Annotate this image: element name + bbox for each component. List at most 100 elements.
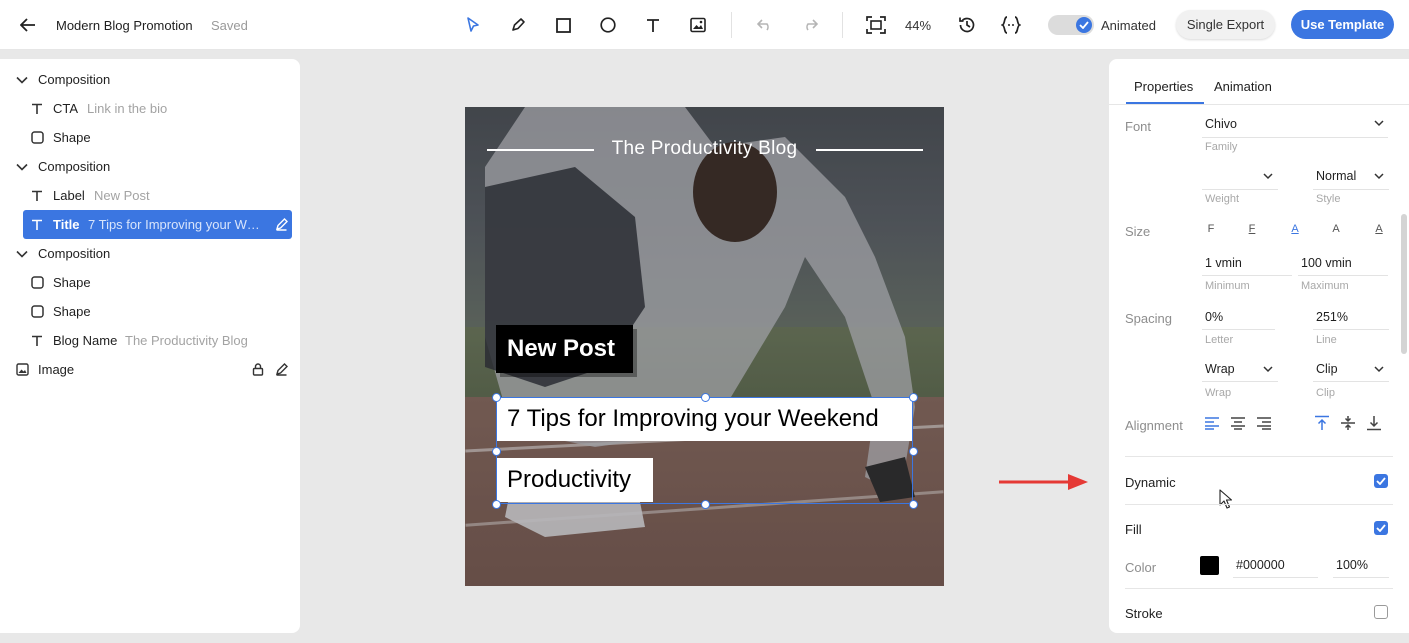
chevron-down-icon[interactable]	[1263, 173, 1273, 180]
top-bar: Modern Blog Promotion Saved 44% Animated…	[0, 0, 1409, 50]
layer-composition[interactable]: Composition	[0, 239, 300, 268]
save-status: Saved	[211, 17, 248, 33]
chevron-down-icon[interactable]	[14, 72, 30, 88]
size-option-fit[interactable]: F	[1241, 220, 1263, 238]
dynamic-label: Dynamic	[1125, 475, 1176, 490]
layer-text-label[interactable]: Label New Post	[0, 181, 300, 210]
select-tool[interactable]	[459, 0, 487, 50]
field-underline	[1202, 137, 1388, 138]
spacing-section-label: Spacing	[1125, 311, 1172, 326]
history-button[interactable]	[953, 0, 981, 50]
chevron-down-icon[interactable]	[1374, 366, 1384, 373]
selection-frame[interactable]	[496, 397, 913, 504]
chevron-down-icon[interactable]	[1374, 120, 1384, 127]
toolbar-divider	[731, 12, 732, 38]
resize-handle-bottom-right[interactable]	[909, 500, 918, 509]
color-swatch[interactable]	[1200, 556, 1219, 575]
font-family-hint: Family	[1205, 141, 1238, 153]
wrap-hint: Wrap	[1205, 387, 1232, 399]
chevron-down-icon[interactable]	[1263, 366, 1273, 373]
layer-shape[interactable]: Shape	[0, 297, 300, 326]
fit-to-screen-button[interactable]	[862, 0, 890, 50]
chevron-down-icon[interactable]	[1374, 173, 1384, 180]
align-middle-icon[interactable]	[1340, 415, 1356, 431]
field-underline	[1313, 329, 1389, 330]
text-tool[interactable]	[639, 0, 667, 50]
chevron-down-icon[interactable]	[14, 246, 30, 262]
pen-tool[interactable]	[504, 0, 532, 50]
wrap-select[interactable]: Wrap	[1205, 362, 1235, 376]
layer-composition[interactable]: Composition	[0, 152, 300, 181]
image-tool[interactable]	[684, 0, 712, 50]
back-button[interactable]	[14, 0, 42, 50]
font-family-select[interactable]: Chivo	[1205, 117, 1237, 131]
size-minimum-input[interactable]: 1 vmin	[1205, 256, 1242, 270]
dynamic-checkbox[interactable]	[1374, 474, 1388, 488]
size-option-shrink[interactable]: A	[1325, 220, 1347, 238]
edit-pencil-icon[interactable]	[273, 362, 289, 378]
layers-panel: Composition CTA Link in the bio Shape Co…	[0, 59, 300, 633]
size-option-fixed[interactable]: F	[1200, 220, 1222, 238]
align-bottom-icon[interactable]	[1366, 415, 1382, 431]
resize-handle-bottom-left[interactable]	[492, 500, 501, 509]
color-hex-input[interactable]: #000000	[1236, 558, 1285, 572]
tab-animation[interactable]: Animation	[1214, 79, 1272, 94]
align-left-icon[interactable]	[1204, 416, 1220, 430]
single-export-button[interactable]: Single Export	[1176, 10, 1275, 39]
toolbar-divider	[842, 12, 843, 38]
new-post-label[interactable]: New Post	[496, 325, 633, 373]
fit-screen-icon	[866, 16, 886, 34]
code-button[interactable]	[997, 0, 1025, 50]
lock-icon[interactable]	[250, 362, 266, 378]
artboard[interactable]: The Productivity Blog New Post 7 Tips fo…	[465, 107, 944, 586]
fill-checkbox[interactable]	[1374, 521, 1388, 535]
edit-pencil-icon[interactable]	[273, 217, 289, 233]
size-maximum-input[interactable]: 100 vmin	[1301, 256, 1352, 270]
resize-handle-top-left[interactable]	[492, 393, 501, 402]
layer-image[interactable]: Image	[0, 355, 300, 384]
resize-handle-bottom[interactable]	[701, 500, 710, 509]
tab-properties[interactable]: Properties	[1134, 79, 1193, 94]
layer-text-cta[interactable]: CTA Link in the bio	[0, 94, 300, 123]
layer-text-title[interactable]: Title 7 Tips for Improving your Weekend …	[23, 210, 292, 239]
field-underline	[1202, 189, 1278, 190]
mouse-cursor-icon	[1219, 489, 1233, 509]
stroke-checkbox[interactable]	[1374, 605, 1388, 619]
zoom-level[interactable]: 44%	[903, 0, 933, 50]
resize-handle-right[interactable]	[909, 447, 918, 456]
resize-handle-left[interactable]	[492, 447, 501, 456]
align-right-icon[interactable]	[1256, 416, 1272, 430]
chevron-down-icon[interactable]	[14, 159, 30, 175]
color-opacity-input[interactable]: 100%	[1336, 558, 1368, 572]
layer-composition[interactable]: Composition	[0, 65, 300, 94]
animated-toggle[interactable]	[1048, 0, 1094, 50]
properties-scrollbar[interactable]	[1401, 214, 1407, 354]
redo-icon	[806, 19, 818, 31]
resize-handle-top[interactable]	[701, 393, 710, 402]
check-icon	[1376, 524, 1386, 532]
align-center-icon[interactable]	[1230, 416, 1246, 430]
size-option-auto[interactable]: A	[1284, 220, 1306, 238]
fill-label: Fill	[1125, 522, 1142, 537]
text-t-icon	[647, 19, 659, 32]
animated-label: Animated	[1101, 17, 1156, 33]
letter-spacing-hint: Letter	[1205, 334, 1234, 346]
blog-name-line-right	[816, 149, 923, 151]
font-style-select[interactable]: Normal	[1316, 169, 1356, 183]
document-title[interactable]: Modern Blog Promotion	[56, 0, 193, 50]
clip-select[interactable]: Clip	[1316, 362, 1338, 376]
resize-handle-top-right[interactable]	[909, 393, 918, 402]
layer-text-blog-name[interactable]: Blog Name The Productivity Blog	[0, 326, 300, 355]
undo-button[interactable]	[751, 0, 779, 50]
rectangle-tool[interactable]	[549, 0, 577, 50]
text-t-icon	[29, 188, 45, 204]
align-top-icon[interactable]	[1314, 415, 1330, 431]
redo-button[interactable]	[796, 0, 824, 50]
use-template-button[interactable]: Use Template	[1291, 10, 1394, 39]
letter-spacing-input[interactable]: 0%	[1205, 310, 1223, 324]
layer-shape[interactable]: Shape	[0, 268, 300, 297]
layer-shape[interactable]: Shape	[0, 123, 300, 152]
size-option-grow[interactable]: A	[1368, 220, 1390, 238]
ellipse-tool[interactable]	[594, 0, 622, 50]
line-spacing-input[interactable]: 251%	[1316, 310, 1348, 324]
